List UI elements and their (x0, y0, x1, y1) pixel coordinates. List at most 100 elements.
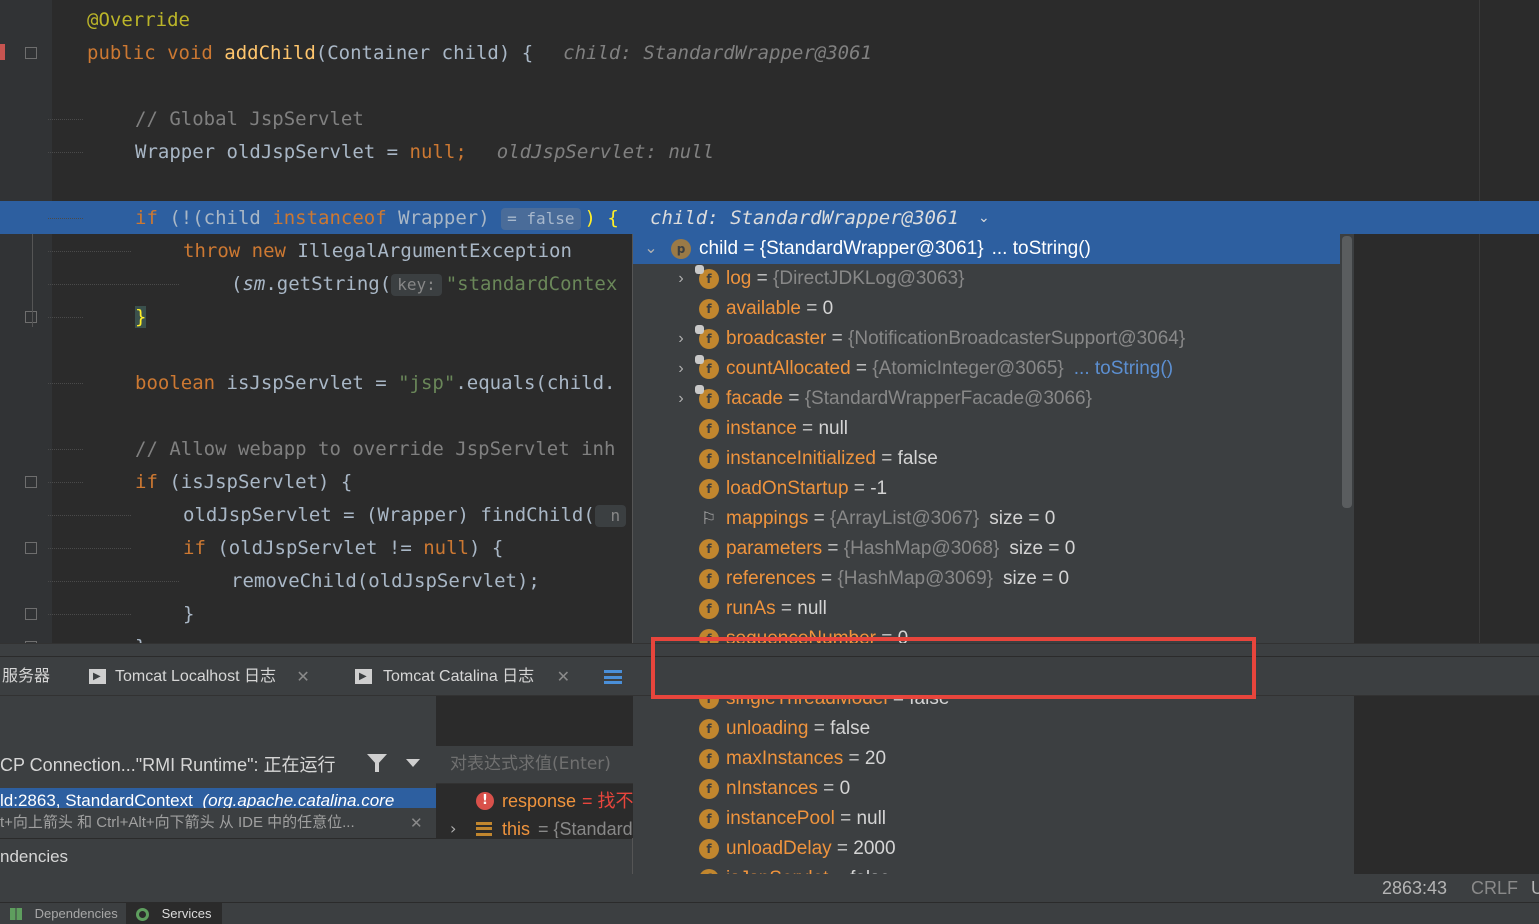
tree-row-root[interactable]: ⌄ p child = {StandardWrapper@3061} ... toSt… (633, 234, 1343, 264)
code-token: sm (242, 273, 266, 295)
code-line[interactable] (0, 69, 1539, 102)
chevron-down-icon[interactable] (406, 759, 420, 767)
code-text: } (135, 300, 147, 333)
field-badge-icon: f (699, 419, 719, 439)
frame-hint: t+向上箭头 和 Ctrl+Alt+向下箭头 从 IDE 中的任意位... (0, 814, 355, 831)
debug-inline-value: oldJspServlet: null (496, 141, 715, 163)
list-icon (476, 822, 492, 836)
var-value: null (818, 418, 849, 439)
tree-row-countallocated[interactable]: › f countAllocated = {AtomicInteger@3065}.… (633, 354, 1343, 384)
var-value: {HashMap@3068} (843, 538, 1000, 559)
tab-services-server[interactable]: 服务器 (2, 657, 50, 697)
var-name: references (726, 568, 816, 589)
field-badge-icon: f (695, 265, 719, 289)
equals-sign: = (775, 598, 798, 619)
var-name: loadOnStartup (726, 478, 849, 499)
code-line[interactable]: // Global JspServlet (0, 102, 1539, 135)
caret-position[interactable]: 2863:43 (1382, 874, 1447, 902)
tree-row-text: log = {DirectJDKLog@3063} (726, 264, 964, 294)
equals-sign: = (808, 508, 831, 529)
chevron-down-icon[interactable]: ⌄ (978, 201, 990, 236)
close-icon[interactable]: ✕ (557, 657, 570, 697)
tree-row-instanceinitialized[interactable]: f instanceInitialized = false (633, 444, 1343, 474)
code-token: null (409, 141, 456, 163)
collection-size: size = 0 (989, 508, 1056, 529)
tree-row-text: runAs = null (726, 594, 827, 624)
code-line[interactable]: Wrapper oldJspServlet = null; oldJspServl… (0, 135, 1539, 168)
var-name: maxInstances (726, 748, 844, 769)
close-icon[interactable]: ✕ (296, 657, 309, 697)
tree-row-loadonstartup[interactable]: f loadOnStartup = -1 (633, 474, 1343, 504)
tree-row-text: instanceInitialized = false (726, 444, 938, 474)
chevron-right-icon[interactable]: › (673, 324, 689, 354)
thread-selector[interactable]: CP Connection..."RMI Runtime": 正在运行 (0, 751, 336, 777)
tree-row-instancepool[interactable]: f instancePool = null (633, 804, 1343, 834)
chevron-right-icon[interactable]: › (673, 264, 689, 294)
tree-row-mappings[interactable]: ⚐ mappings = {ArrayList@3067} size = 0 (633, 504, 1343, 534)
file-encoding[interactable]: U (1531, 874, 1539, 902)
tree-row-instance[interactable]: f instance = null (633, 414, 1343, 444)
tree-row-ninstances[interactable]: f nInstances = 0 (633, 774, 1343, 804)
popup-scrollbar-thumb[interactable] (1342, 236, 1352, 508)
tree-row-text: nInstances = 0 (726, 774, 850, 804)
var-name: instanceInitialized (726, 448, 876, 469)
equals-sign: = (808, 718, 831, 739)
code-token: if (135, 471, 170, 493)
chevron-right-icon[interactable]: › (673, 354, 689, 384)
tree-row-unloading[interactable]: f unloading = false (633, 714, 1343, 744)
to-string-link[interactable]: ... toString() (1074, 358, 1173, 379)
debug-popup-header[interactable]: child: StandardWrapper@3061 ⌄ (632, 201, 1539, 234)
field-badge-icon: f (695, 355, 719, 379)
chevron-right-icon[interactable]: › (673, 384, 689, 414)
code-token: ) { (469, 537, 504, 559)
tree-row-text: countAllocated = {AtomicInteger@3065}...… (726, 354, 1173, 384)
tree-row-text: references = {HashMap@3069} size = 0 (726, 564, 1069, 594)
evaluate-placeholder: 对表达式求值(Enter) (450, 754, 611, 774)
dependencies-label[interactable]: ndencies (0, 839, 68, 875)
tab-tomcat-localhost-log[interactable]: ▶ Tomcat Localhost 日志 ✕ (89, 657, 310, 697)
code-text: oldJspServlet = (Wrapper) findChild( n (183, 498, 630, 531)
tree-row-runas[interactable]: f runAs = null (633, 594, 1343, 624)
to-string-link[interactable]: ... toString() (992, 238, 1091, 259)
tree-row-unloaddelay[interactable]: f unloadDelay = 2000 (633, 834, 1343, 864)
equals-sign: = (817, 778, 840, 799)
tree-row-log[interactable]: › f log = {DirectJDKLog@3063} (633, 264, 1343, 294)
tree-row-text: unloadDelay = 2000 (726, 834, 896, 864)
tab-tomcat-catalina-log[interactable]: ▶ Tomcat Catalina 日志 ✕ (355, 657, 570, 697)
tab-label: 服务器 (2, 668, 51, 685)
code-line[interactable] (0, 168, 1539, 201)
var-value: 0 (822, 298, 834, 319)
evaluate-expression-input[interactable]: 对表达式求值(Enter) (436, 746, 633, 784)
line-separator[interactable]: CRLF (1471, 874, 1518, 902)
equals-sign: = (850, 358, 873, 379)
services-icon (136, 908, 149, 921)
tree-row-maxinstances[interactable]: f maxInstances = 20 (633, 744, 1343, 774)
field-badge-icon: f (699, 809, 719, 829)
var-name: nInstances (726, 778, 818, 799)
tree-row-broadcaster[interactable]: › f broadcaster = {NotificationBroadcaster… (633, 324, 1343, 354)
tool-button-dependencies[interactable]: Dependencies (0, 903, 128, 924)
tree-row-text: available = 0 (726, 294, 833, 324)
debug-variables-popup[interactable]: ⌄ p child = {StandardWrapper@3061} ... toSt… (632, 234, 1354, 924)
collection-size: size = 0 (1003, 568, 1070, 589)
close-icon[interactable]: ✕ (410, 809, 423, 837)
debug-variables-panel: 对表达式求值(Enter) ! response = 找不 › this = {… (436, 696, 634, 839)
field-badge-icon: f (699, 449, 719, 469)
code-text: // Allow webapp to override JspServlet i… (135, 432, 615, 465)
code-line[interactable]: @Override (0, 3, 1539, 36)
tree-row-available[interactable]: f available = 0 (633, 294, 1343, 324)
code-token: Wrapper oldJspServlet = (135, 141, 410, 163)
var-row-response[interactable]: ! response = 找不 (436, 788, 634, 814)
tree-row-text: loadOnStartup = -1 (726, 474, 887, 504)
tree-row-parameters[interactable]: f parameters = {HashMap@3068} size = 0 (633, 534, 1343, 564)
code-token: ; (455, 141, 467, 163)
tool-label: Services (161, 906, 212, 921)
chevron-down-icon[interactable]: ⌄ (643, 234, 659, 264)
list-menu-icon[interactable] (604, 670, 622, 684)
tool-button-services[interactable]: Services (126, 903, 222, 924)
tree-row-facade[interactable]: › f facade = {StandardWrapperFacade@3066} (633, 384, 1343, 414)
var-value: 20 (864, 748, 887, 769)
frame-row-selected[interactable]: ld:2863, StandardContext (org.apache.cat… (0, 788, 436, 808)
code-line[interactable]: public void addChild(Container child) {c… (0, 36, 1539, 69)
tree-row-references[interactable]: f references = {HashMap@3069} size = 0 (633, 564, 1343, 594)
